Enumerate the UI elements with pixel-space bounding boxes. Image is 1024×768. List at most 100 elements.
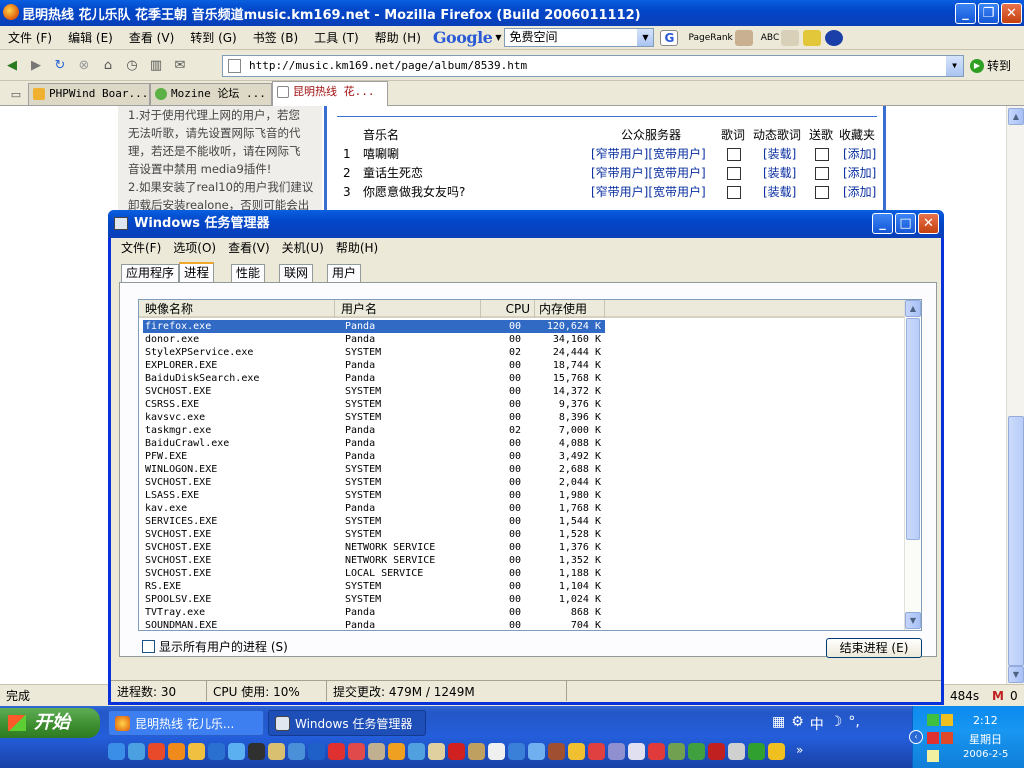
restore-button[interactable]: ❐ (978, 3, 999, 24)
tray-icon[interactable] (927, 750, 939, 762)
app-icon[interactable] (628, 743, 645, 760)
start-button[interactable]: 开始 (0, 708, 100, 738)
process-row[interactable]: SOUNDMAN.EXE Panda 00 704 K (139, 619, 905, 630)
process-row[interactable]: BaiduCrawl.exe Panda 00 4,088 K (139, 437, 905, 450)
ime-mode[interactable]: 中 (810, 714, 824, 734)
close-button[interactable]: ✕ (918, 213, 939, 234)
app-icon[interactable] (148, 743, 165, 760)
app-icon[interactable] (268, 743, 285, 760)
tab-phpwind[interactable]: PHPWind Boar... (28, 83, 150, 105)
app-icon[interactable] (748, 743, 765, 760)
process-row[interactable]: SVCHOST.EXE SYSTEM 00 14,372 K (139, 385, 905, 398)
baidu-paw-icon[interactable] (825, 29, 844, 46)
process-row[interactable]: SVCHOST.EXE NETWORK SERVICE 00 1,352 K (139, 554, 905, 567)
app-icon[interactable] (708, 743, 725, 760)
maximize-button[interactable]: □ (895, 213, 916, 234)
chevron-left-icon[interactable]: ‹ (909, 730, 923, 744)
process-row[interactable]: EXPLORER.EXE Panda 00 18,744 K (139, 359, 905, 372)
google-logo[interactable]: Google (433, 28, 493, 47)
menu-help[interactable]: 帮助 (H) (367, 29, 429, 46)
app-icon[interactable] (388, 743, 405, 760)
app-icon[interactable] (568, 743, 585, 760)
ime-icon[interactable]: ⚙ (791, 714, 804, 734)
ie-icon[interactable] (308, 743, 325, 760)
forward-icon[interactable]: ▶ (26, 56, 46, 76)
tab-networking[interactable]: 联网 (279, 264, 314, 282)
google-dropdown-icon[interactable]: ▼ (495, 33, 501, 42)
server-links[interactable]: [窄带用户][宽带用户] (591, 183, 706, 202)
tab-performance[interactable]: 性能 (231, 264, 266, 282)
menu-file[interactable]: 文件 (F) (0, 29, 60, 46)
send-song-icon[interactable] (815, 148, 829, 161)
clock-date[interactable]: 2006-2-5 (963, 749, 1008, 760)
tab-applications[interactable]: 应用程序 (121, 264, 180, 282)
google-search-input[interactable]: 免费空间 ▼ (504, 28, 655, 47)
app-icon[interactable] (508, 743, 525, 760)
back-icon[interactable]: ◀ (2, 56, 22, 76)
app-icon[interactable] (108, 743, 125, 760)
mail-icon[interactable] (488, 743, 505, 760)
scroll-down-icon[interactable]: ▼ (1008, 666, 1024, 683)
pagerank-icon[interactable] (734, 29, 753, 46)
punctuation-icon[interactable]: °, (848, 714, 859, 734)
app-icon[interactable] (368, 743, 385, 760)
taskbar-firefox[interactable]: 昆明热线 花儿乐... (108, 710, 264, 736)
chevron-down-icon[interactable]: ▼ (637, 29, 654, 46)
column-cpu[interactable]: CPU (481, 300, 535, 318)
send-song-icon[interactable] (815, 186, 829, 199)
add-favorite-link[interactable]: [添加] (843, 145, 876, 164)
tray-icon[interactable] (941, 714, 953, 726)
clock-time[interactable]: 2:12 (973, 714, 998, 727)
app-icon[interactable] (448, 743, 465, 760)
process-row[interactable]: taskmgr.exe Panda 02 7,000 K (139, 424, 905, 437)
send-song-icon[interactable] (815, 167, 829, 180)
app-icon[interactable] (288, 743, 305, 760)
song-name[interactable]: 嘻唰唰 (363, 145, 399, 164)
process-row[interactable]: SVCHOST.EXE SYSTEM 00 1,528 K (139, 528, 905, 541)
reload-icon[interactable]: ↻ (50, 56, 70, 76)
close-button[interactable]: ✕ (1001, 3, 1022, 24)
process-row[interactable]: kavsvc.exe SYSTEM 00 8,396 K (139, 411, 905, 424)
app-icon[interactable] (328, 743, 345, 760)
server-links[interactable]: [窄带用户][宽带用户] (591, 164, 706, 183)
process-row[interactable]: StyleXPService.exe SYSTEM 02 24,444 K (139, 346, 905, 359)
autofill-icon[interactable] (781, 29, 800, 46)
load-lyrics-link[interactable]: [装载] (763, 145, 796, 164)
highlight-icon[interactable] (803, 29, 822, 46)
app-icon[interactable] (648, 743, 665, 760)
app-icon[interactable] (588, 743, 605, 760)
app-icon[interactable] (408, 743, 425, 760)
new-tab-icon[interactable]: ▭ (6, 84, 26, 104)
tab-mozine[interactable]: Mozine 论坛 ... (150, 83, 272, 105)
minimize-button[interactable]: _ (955, 3, 976, 24)
app-icon[interactable] (728, 743, 745, 760)
tab-users[interactable]: 用户 (327, 264, 362, 282)
column-user-name[interactable]: 用户名 (335, 300, 481, 318)
chevron-down-icon[interactable]: ▼ (946, 56, 963, 76)
menu-go[interactable]: 转到 (G) (182, 29, 244, 46)
moon-icon[interactable]: ☽ (830, 714, 843, 734)
column-image-name[interactable]: 映像名称 (139, 300, 335, 318)
process-list[interactable]: 映像名称 用户名 CPU 内存使用 firefox.exe Panda 00 120,… (138, 299, 922, 631)
process-row[interactable]: CSRSS.EXE SYSTEM 00 9,376 K (139, 398, 905, 411)
scroll-thumb[interactable] (906, 318, 920, 540)
tab-processes[interactable]: 进程 (179, 262, 215, 283)
tab-kunming[interactable]: 昆明热线 花... (272, 81, 388, 106)
language-bar[interactable]: ▦ ⚙ 中 ☽ °, (772, 714, 860, 734)
column-memory[interactable]: 内存使用 (535, 300, 605, 318)
lyrics-icon[interactable] (727, 167, 741, 180)
chevron-right-icon[interactable]: » (796, 743, 803, 764)
go-button[interactable]: ▶ 转到 (970, 57, 1011, 74)
tm-menu-help[interactable]: 帮助(H) (330, 238, 384, 258)
bookmarks-icon[interactable]: ▥ (146, 56, 166, 76)
app-icon[interactable] (428, 743, 445, 760)
app-icon[interactable] (768, 743, 785, 760)
lyrics-icon[interactable] (727, 186, 741, 199)
google-search-icon[interactable]: G (660, 29, 679, 46)
process-row[interactable]: RS.EXE SYSTEM 00 1,104 K (139, 580, 905, 593)
tray-icon[interactable] (927, 732, 939, 744)
app-icon[interactable] (248, 743, 265, 760)
tray-icon[interactable] (927, 714, 939, 726)
app-icon[interactable] (468, 743, 485, 760)
add-favorite-link[interactable]: [添加] (843, 183, 876, 202)
